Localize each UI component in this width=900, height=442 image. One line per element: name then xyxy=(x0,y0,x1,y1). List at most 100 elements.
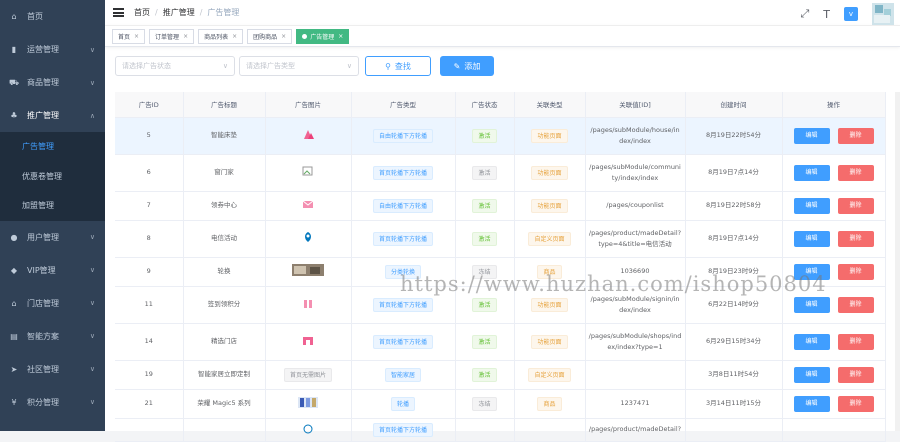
sidebar-item-0[interactable]: ⌂ 首页 xyxy=(0,0,105,33)
scrollbar[interactable] xyxy=(895,92,900,431)
ad-image xyxy=(298,129,318,143)
tab-1[interactable]: 订单管理 × xyxy=(149,28,195,44)
sidebar-item-9[interactable]: ¥ 积分管理 ∨ xyxy=(0,386,105,419)
dropdown-icon[interactable]: v xyxy=(844,7,858,21)
cell-relation-value: /pages/subModule/house/index/index xyxy=(585,117,686,155)
sidebar-item-4[interactable]: ● 用户管理 ∨ xyxy=(0,221,105,254)
table-row[interactable]: 6 窗门家 首页轮播下方轮播 激活 功能页面/pages/subModule/commu… xyxy=(115,154,886,192)
table-row[interactable]: 8 电信活动 首页轮播下方轮播 激活 自定义页面/pages/product/madeD… xyxy=(115,220,886,258)
hamburger-icon[interactable] xyxy=(113,8,124,17)
table-row[interactable]: 14 精选门店 首页轮播下方轮播 激活 功能页面/pages/subModule/sho… xyxy=(115,323,886,361)
type-select[interactable]: 请选择广告类型 ∨ xyxy=(239,56,359,76)
close-icon[interactable]: × xyxy=(281,33,286,40)
cell-status: 激活 xyxy=(455,191,515,221)
cell-status: 激活 xyxy=(455,360,515,390)
relation-tag: 功能页面 xyxy=(531,128,568,143)
cell-image xyxy=(265,117,352,155)
cell-relation-value: 1237471 xyxy=(585,389,686,419)
table-row[interactable]: 21 荣耀 Magic5 系列 轮播 冻结 商品 1237471 3月14日11时15分 编辑… xyxy=(115,389,886,419)
sidebar-item-6[interactable]: ⌂ 门店管理 ∨ xyxy=(0,287,105,320)
column-header: 创建时间 xyxy=(685,92,783,118)
delete-button[interactable]: 删除 xyxy=(837,333,874,350)
column-header: 广告状态 xyxy=(455,92,515,118)
sidebar-item-3[interactable]: ♣ 推广管理 ∧ xyxy=(0,99,105,132)
cell-actions: 编辑 删除 xyxy=(782,389,886,419)
cell-relation-value: /pages/subModule/community/index/index xyxy=(585,154,686,192)
close-icon[interactable]: × xyxy=(232,33,237,40)
delete-button[interactable]: 删除 xyxy=(837,395,874,412)
cell-relation-type: 自定义页面 xyxy=(514,360,586,390)
search-button[interactable]: ⚲ 查找 xyxy=(365,56,431,76)
delete-button[interactable]: 删除 xyxy=(837,296,874,313)
cell-title: 精选门店 xyxy=(183,323,266,361)
tab-0[interactable]: 首页 × xyxy=(112,28,146,44)
sidebar-item-7[interactable]: ▤ 智能方案 ∨ xyxy=(0,320,105,353)
edit-button[interactable]: 编辑 xyxy=(793,197,830,214)
cell-actions: 编辑 删除 xyxy=(782,191,886,221)
tab-label: 商品列表 xyxy=(204,33,229,41)
fullscreen-icon[interactable]: ⤢ xyxy=(800,7,809,21)
ad-image xyxy=(298,166,318,180)
sidebar-subitem-1[interactable]: 优惠卷管理 xyxy=(0,162,105,192)
sidebar: ⌂ 首页 ▮ 运营管理 ∨ ⛟ 商品管理 ∨ ♣ 推广管理 ∧ 广告管理 优惠卷管理 加盟管理 ● 用户管理 ∨… xyxy=(0,0,105,431)
add-button[interactable]: ✎ 添加 xyxy=(440,56,494,76)
sidebar-subitem-2[interactable]: 加盟管理 xyxy=(0,191,105,221)
sidebar-item-label: 推广管理 xyxy=(27,111,59,120)
cell-id xyxy=(115,418,184,442)
breadcrumb-item[interactable]: 推广管理 xyxy=(163,7,195,18)
cell-id: 19 xyxy=(115,360,184,390)
sidebar-item-1[interactable]: ▮ 运营管理 ∨ xyxy=(0,33,105,66)
type-tag: 首页轮播下方轮播 xyxy=(372,231,433,246)
delete-button[interactable]: 删除 xyxy=(837,127,874,144)
edit-button[interactable]: 编辑 xyxy=(793,366,830,383)
close-icon[interactable]: × xyxy=(338,33,343,40)
sidebar-item-label: 商品管理 xyxy=(27,78,59,87)
table-row[interactable]: 19 智能家居立即定制 首页无需图片 智能家居 激活 自定义页面 3月8日11时54分 编辑删… xyxy=(115,360,886,390)
edit-button[interactable]: 编辑 xyxy=(793,230,830,247)
relation-tag: 自定义页面 xyxy=(528,231,571,246)
column-header: 关联值[ID] xyxy=(585,92,686,118)
breadcrumb-separator: / xyxy=(155,8,158,17)
avatar[interactable] xyxy=(872,3,894,25)
sidebar-subitem-0[interactable]: 广告管理 xyxy=(0,132,105,162)
table-row[interactable]: 7 领券中心 自由轮播下方轮播 激活 功能页面/pages/couponlist 8月19… xyxy=(115,191,886,221)
type-tag: 首页轮播下方轮播 xyxy=(372,422,433,437)
sidebar-item-2[interactable]: ⛟ 商品管理 ∨ xyxy=(0,66,105,99)
edit-button[interactable]: 编辑 xyxy=(793,296,830,313)
edit-button[interactable]: 编辑 xyxy=(793,164,830,181)
table-row[interactable]: 5 智能床垫 自由轮播下方轮播 激活 功能页面/pages/subModule/hous… xyxy=(115,117,886,155)
cell-created-time: 8月19日22时58分 xyxy=(685,191,783,221)
edit-button[interactable]: 编辑 xyxy=(793,333,830,350)
cell-id: 14 xyxy=(115,323,184,361)
delete-button[interactable]: 删除 xyxy=(837,197,874,214)
breadcrumb-item[interactable]: 首页 xyxy=(134,7,150,18)
tab-3[interactable]: 团购商品 × xyxy=(247,28,293,44)
table-row[interactable]: 首页轮播下方轮播/pages/product/madeDetail? xyxy=(115,418,886,442)
navbar: 首页 / 推广管理 / 广告管理 ⤢ T v xyxy=(105,0,900,25)
edit-button[interactable]: 编辑 xyxy=(793,395,830,412)
actions: 编辑 删除 xyxy=(786,296,882,313)
tab-2[interactable]: 商品列表 × xyxy=(198,28,244,44)
font-size-icon[interactable]: T xyxy=(823,8,830,21)
status-select[interactable]: 请选择广告状态 ∨ xyxy=(115,56,235,76)
delete-button[interactable]: 删除 xyxy=(837,164,874,181)
edit-button[interactable]: 编辑 xyxy=(793,127,830,144)
sidebar-item-8[interactable]: ➤ 社区管理 ∨ xyxy=(0,353,105,386)
close-icon[interactable]: × xyxy=(134,33,139,40)
cell-created-time: 6月29日15时34分 xyxy=(685,323,783,361)
delete-button[interactable]: 删除 xyxy=(837,263,874,280)
cart-icon: ⛟ xyxy=(8,77,20,87)
cell-status: 激活 xyxy=(455,117,515,155)
cell-created-time: 3月14日11时15分 xyxy=(685,389,783,419)
sidebar-item-5[interactable]: ◆ VIP管理 ∨ xyxy=(0,254,105,287)
delete-button[interactable]: 删除 xyxy=(837,366,874,383)
edit-icon: ✎ xyxy=(453,61,461,71)
tab-4[interactable]: 广告管理 × xyxy=(296,28,350,44)
ad-image xyxy=(298,231,318,246)
cell-type: 首页轮播下方轮播 xyxy=(351,418,456,442)
close-icon[interactable]: × xyxy=(183,33,188,40)
search-icon: ⚲ xyxy=(385,61,391,71)
type-tag: 自由轮播下方轮播 xyxy=(372,128,433,143)
delete-button[interactable]: 删除 xyxy=(837,230,874,247)
cell-status: 激活 xyxy=(455,154,515,192)
